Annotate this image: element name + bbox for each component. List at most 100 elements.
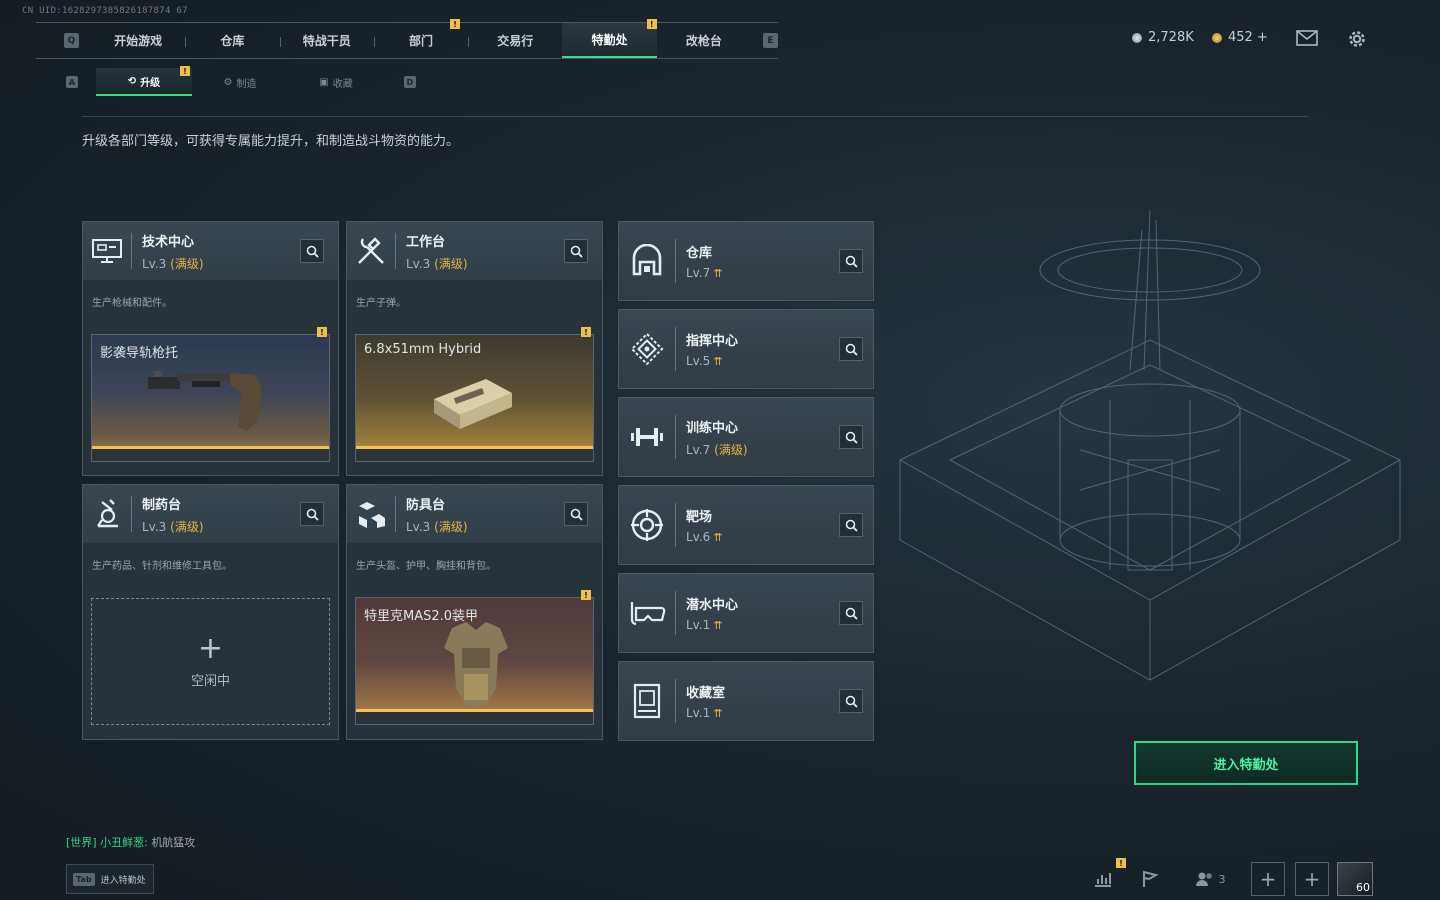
notification-badge: ! — [646, 19, 657, 29]
crafting-item-name: 6.8x51mm Hybrid — [364, 342, 482, 357]
facility-name: 靶场 — [686, 510, 713, 525]
tab-market[interactable]: 交易行 — [468, 23, 562, 58]
tab-gunsmith[interactable]: 改枪台 — [657, 23, 751, 58]
magnifier-icon — [306, 508, 319, 521]
facility-card-collection-room[interactable]: 收藏室 Lv.1 ⇈ — [618, 661, 874, 741]
head-divider — [675, 415, 676, 459]
crafting-slot[interactable]: 6.8x51mm Hybrid — [355, 334, 594, 462]
tab-operators[interactable]: 特战干员 — [279, 23, 374, 58]
player-level: 60 — [1356, 881, 1370, 894]
dumbbell-icon — [619, 397, 675, 477]
upgrade-available-icon: ⇈ — [713, 619, 723, 632]
department-description: 生产头盔、护甲、胸挂和背包。 — [356, 561, 496, 572]
facility-level: Lv.5 ⇈ — [686, 354, 723, 368]
magnifier-icon — [570, 508, 583, 521]
uid-label: CN UID:1628297385826187874 67 — [22, 6, 188, 16]
stock-item-image — [148, 371, 262, 431]
upgrade-available-icon: ⇈ — [713, 267, 723, 280]
notification-badge: ! — [317, 327, 327, 337]
inspect-button[interactable] — [839, 689, 863, 713]
inspect-button[interactable] — [564, 239, 588, 263]
player-avatar[interactable]: 60 — [1337, 862, 1373, 896]
tab-shortcut-hint[interactable]: Tab 进入特勤处 — [66, 864, 154, 894]
crafting-slot[interactable]: 影袭导轨枪托 — [91, 334, 330, 462]
silver-currency[interactable]: 2,728K — [1132, 30, 1194, 45]
idle-label: 空闲中 — [190, 674, 230, 689]
facility-card-command-center[interactable]: 指挥中心 Lv.5 ⇈ — [618, 309, 874, 389]
gold-currency[interactable]: 452 + — [1212, 30, 1268, 45]
magnifier-icon — [570, 245, 583, 258]
upgrade-available-icon: ⇈ — [713, 355, 723, 368]
head-divider — [675, 591, 676, 635]
department-card-armor-bench[interactable]: 防具台 Lv.3 (满级) 生产头盔、护甲、胸挂和背包。 特里克MAS2.0装甲… — [346, 484, 603, 740]
top-nav: Q 开始游戏 仓库 特战干员 部门! 交易行 特勤处! 改枪台 E — [36, 19, 778, 59]
d-key-hint[interactable]: D — [404, 76, 416, 88]
inspect-button[interactable] — [839, 601, 863, 625]
flag-icon[interactable] — [1133, 862, 1167, 896]
department-description: 生产药品、针剂和维修工具包。 — [92, 561, 232, 572]
mail-icon[interactable] — [1296, 30, 1318, 50]
base-blueprint-illustration — [898, 210, 1402, 681]
facility-level: Lv.7 (满级) — [686, 442, 748, 457]
inspect-button[interactable] — [839, 513, 863, 537]
slot-base — [356, 712, 593, 724]
head-divider — [675, 679, 676, 723]
crafting-slot[interactable]: 特里克MAS2.0装甲 — [355, 597, 594, 725]
slot-base — [92, 449, 329, 461]
inspect-button[interactable] — [839, 425, 863, 449]
chat-message: 机航猛攻 — [151, 836, 196, 849]
friends-button[interactable]: 3 — [1190, 862, 1230, 896]
facility-card-shooting-range[interactable]: 靶场 Lv.6 ⇈ — [618, 485, 874, 565]
upgrade-icon: ⟲ — [127, 75, 137, 87]
add-slot-button[interactable]: + — [1251, 862, 1285, 896]
facility-card-warehouse[interactable]: 仓库 Lv.7 ⇈ — [618, 221, 874, 301]
inspect-button[interactable] — [300, 502, 324, 526]
collection-icon: ▣ — [319, 76, 329, 88]
facility-card-training-center[interactable]: 训练中心 Lv.7 (满级) — [618, 397, 874, 477]
tab-craft[interactable]: ⚙ 制造 — [192, 68, 288, 96]
facility-name: 指挥中心 — [686, 334, 739, 349]
department-card-pharmacy[interactable]: 制药台 Lv.3 (满级) 生产药品、针剂和维修工具包。 + 空闲中 — [82, 484, 339, 740]
department-name: 防具台 — [406, 497, 446, 513]
q-key-hint[interactable]: Q — [64, 33, 79, 48]
facility-name: 仓库 — [686, 246, 713, 261]
notification-badge: ! — [1116, 858, 1126, 868]
slot-base — [356, 449, 593, 461]
friends-icon — [1195, 872, 1212, 886]
facility-name: 潜水中心 — [686, 598, 739, 613]
upgrade-available-icon: ⇈ — [713, 531, 723, 544]
department-card-workbench[interactable]: 工作台 Lv.3 (满级) 生产子弹。 6.8x51mm Hybrid ! — [346, 221, 603, 476]
facility-card-diving-center[interactable]: 潜水中心 Lv.1 ⇈ — [618, 573, 874, 653]
sub-nav: A ⟲ 升级 ! ⚙ 制造 ▣ 收藏 D — [66, 66, 416, 96]
inspect-button[interactable] — [300, 239, 324, 263]
department-level: Lv.3 (满级) — [142, 519, 204, 534]
head-divider — [675, 327, 676, 371]
settings-gear-icon[interactable] — [1347, 29, 1367, 53]
enter-special-ops-button[interactable]: 进入特勤处 — [1134, 741, 1358, 785]
world-chat[interactable]: [世界] 小丑鲜葱: 机航猛攻 — [66, 834, 195, 850]
page-description: 升级各部门等级，可获得专属能力提升，和制造战斗物资的能力。 — [82, 134, 460, 149]
inspect-button[interactable] — [564, 502, 588, 526]
tab-warehouse[interactable]: 仓库 — [185, 23, 279, 58]
friends-count: 3 — [1218, 872, 1226, 886]
tab-upgrade[interactable]: ⟲ 升级 ! — [96, 66, 192, 96]
a-key-hint[interactable]: A — [66, 76, 78, 88]
e-key-hint[interactable]: E — [762, 33, 778, 48]
armor-blocks-icon — [347, 485, 395, 543]
magnifier-icon — [845, 695, 858, 708]
diving-mask-icon — [619, 573, 675, 653]
idle-crafting-slot[interactable]: + 空闲中 — [91, 598, 330, 725]
craft-icon: ⚙ — [223, 76, 233, 88]
inspect-button[interactable] — [839, 337, 863, 361]
crafting-item-name: 影袭导轨枪托 — [100, 346, 179, 361]
department-level: Lv.3 (满级) — [406, 519, 468, 534]
tab-collection[interactable]: ▣ 收藏 — [288, 68, 384, 96]
stats-chart-icon[interactable] — [1086, 862, 1120, 896]
department-card-tech-center[interactable]: 技术中心 Lv.3 (满级) 生产枪械和配件。 影袭导轨枪托 ! — [82, 221, 339, 476]
department-name: 技术中心 — [142, 234, 195, 250]
inspect-button[interactable] — [839, 249, 863, 273]
tab-start-game[interactable]: 开始游戏 — [91, 23, 185, 58]
tab-special-ops[interactable]: 特勤处! — [562, 19, 657, 58]
add-slot-button[interactable]: + — [1295, 862, 1329, 896]
tab-department[interactable]: 部门! — [373, 19, 468, 58]
